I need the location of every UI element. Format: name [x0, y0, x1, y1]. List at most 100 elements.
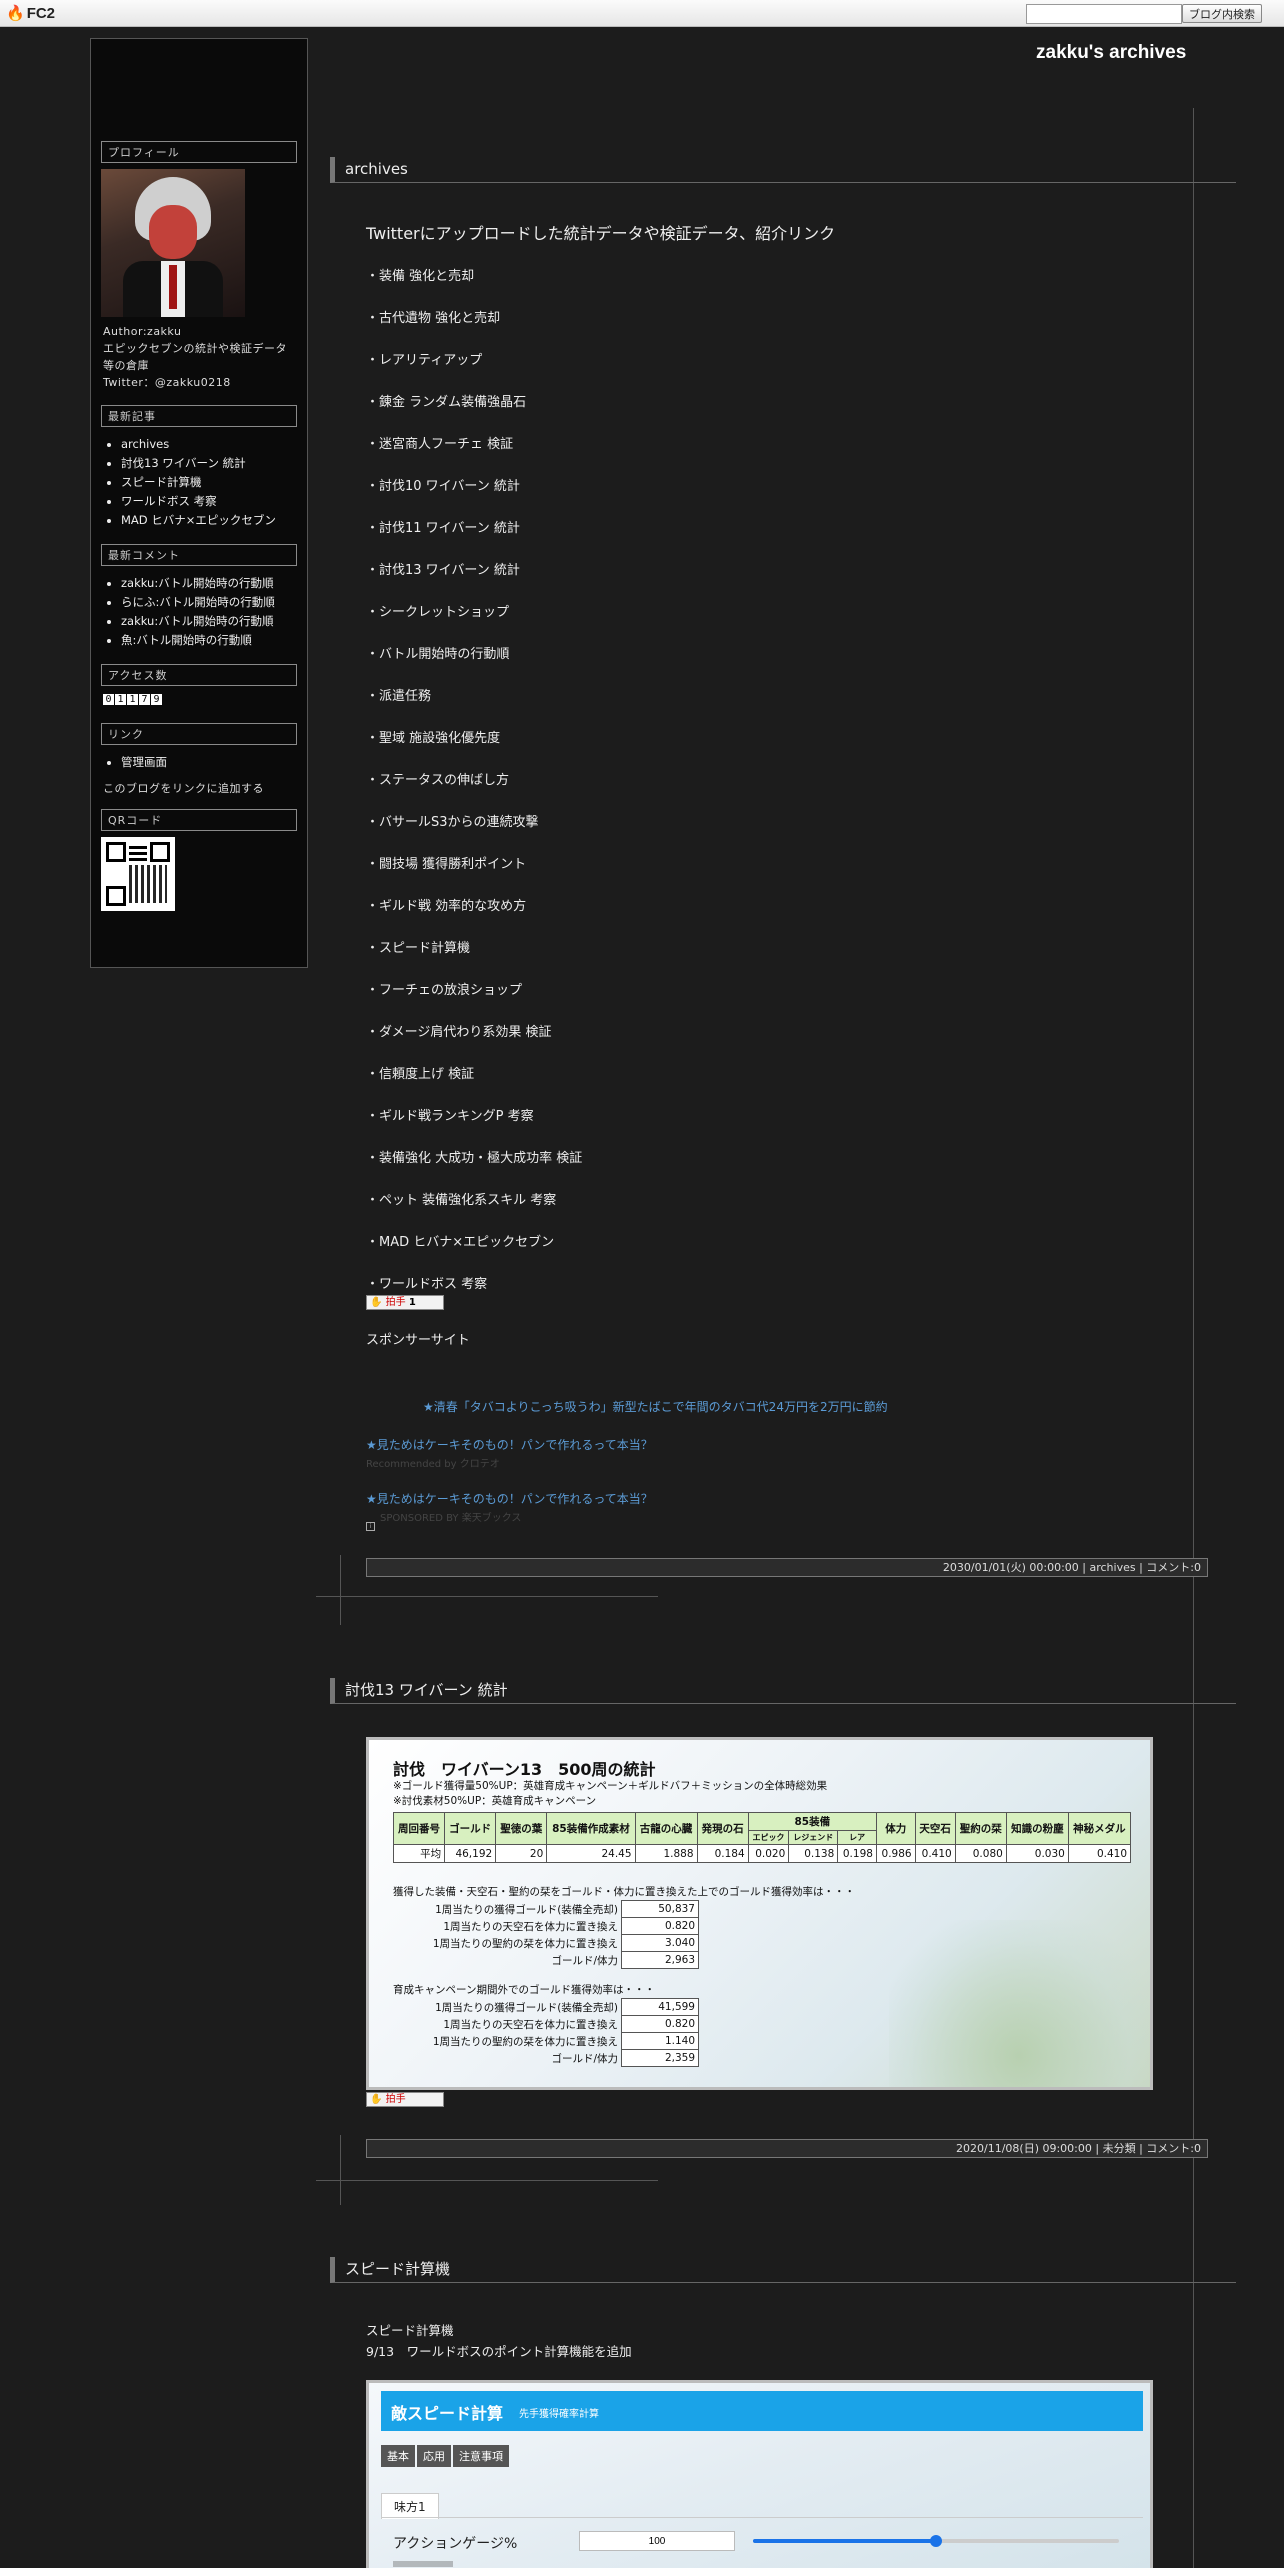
- archive-link[interactable]: ・信頼度上げ 検証: [366, 1068, 582, 1110]
- sponsor-source: Recommended by クロテオ: [366, 1459, 500, 1470]
- recent-comments-list: zakku:バトル開始時の行動順 らにふ:バトル開始時の行動順 zakku:バト…: [91, 574, 307, 650]
- stats-note: ※ゴールド獲得量50%UP：英雄育成キャンペーン＋ギルドバフ＋ミッションの全体時…: [393, 1780, 828, 1792]
- entry-body: 9/13 ワールドボスのポイント計算機能を追加: [366, 2344, 632, 2359]
- recent-post-link[interactable]: MAD ヒバナ×エピックセブン: [121, 511, 307, 530]
- stats-cell: 46,192: [444, 1844, 497, 1863]
- archive-link[interactable]: ・討伐13 ワイバーン 統計: [366, 564, 582, 606]
- efficiency-label: 1周当たりの聖約の栞を体力に置き換え: [432, 1937, 618, 1950]
- archive-link[interactable]: ・討伐10 ワイバーン 統計: [366, 480, 582, 522]
- recent-comment-link[interactable]: zakku:バトル開始時の行動順: [121, 574, 307, 593]
- stats-subheader: レジェンド: [788, 1830, 839, 1845]
- efficiency-label: 1周当たりの天空石を体力に置き換え: [443, 1920, 618, 1933]
- clap-icon: ✋: [370, 1297, 383, 1308]
- fc2-logo[interactable]: 🔥 FC2: [6, 4, 55, 22]
- archive-links-list: ・装備 強化と売却 ・古代遺物 強化と売却 ・レアリティアップ ・錬金 ランダム…: [366, 270, 582, 1320]
- stats-subheader: レア: [837, 1830, 877, 1845]
- avatar-tie: [169, 265, 177, 309]
- stats-cell: 20: [495, 1844, 548, 1863]
- sponsor-source: SPONSORED BY 楽天ブックス: [380, 1513, 522, 1524]
- blog-search-input[interactable]: [1026, 4, 1182, 24]
- flame-icon: 🔥: [6, 5, 25, 22]
- efficiency-label: 1周当たりの天空石を体力に置き換え: [443, 2018, 618, 2031]
- add-blog-link[interactable]: このブログをリンクに追加する: [103, 780, 297, 797]
- archive-link[interactable]: ・MAD ヒバナ×エピックセブン: [366, 1236, 582, 1278]
- archive-link[interactable]: ・ステータスの伸ばし方: [366, 774, 582, 816]
- efficiency-value: 0.820: [621, 1917, 699, 1935]
- archive-link[interactable]: ・装備 強化と売却: [366, 270, 582, 312]
- archive-link[interactable]: ・討伐11 ワイバーン 統計: [366, 522, 582, 564]
- recent-post-link[interactable]: 討伐13 ワイバーン 統計: [121, 454, 307, 473]
- decor-line: [1193, 108, 1194, 2568]
- archive-link[interactable]: ・フーチェの放浪ショップ: [366, 984, 582, 1026]
- archive-link[interactable]: ・バサールS3からの連続攻撃: [366, 816, 582, 858]
- avatar-face: [149, 205, 197, 259]
- calc-tab-notes[interactable]: 注意事項: [453, 2445, 509, 2467]
- archive-link[interactable]: ・ギルド戦ランキングP 考察: [366, 1110, 582, 1152]
- qr-pattern: [129, 843, 147, 861]
- entry-title[interactable]: 討伐13 ワイバーン 統計: [330, 1678, 1236, 1704]
- stats-title: 討伐 ワイバーン13 500周の統計: [393, 1760, 656, 1779]
- decor-line: [340, 2135, 341, 2205]
- speed-calculator-image[interactable]: 敵スピード計算 先手獲得確率計算 基本 応用 注意事項 味方1 アクションゲージ…: [366, 2380, 1153, 2568]
- access-counter: 0 1 1 7 9: [103, 694, 307, 705]
- qr-code-heading: QRコード: [101, 809, 297, 831]
- stats-image[interactable]: 討伐 ワイバーン13 500周の統計 ※ゴールド獲得量50%UP：英雄育成キャン…: [366, 1737, 1153, 2090]
- entry-title[interactable]: archives: [330, 157, 1236, 183]
- entry-title[interactable]: スピード計算機: [330, 2257, 1236, 2283]
- fc2-header-bar: 🔥 FC2 ブログ内検索: [0, 0, 1284, 27]
- ad-info-icon[interactable]: i: [366, 1522, 375, 1531]
- decor-line: [340, 1555, 341, 1625]
- calc-subtitle: 先手獲得確率計算: [519, 2409, 599, 2420]
- entry-subtitle: Twitterにアップロードした統計データや検証データ、紹介リンク: [366, 224, 836, 243]
- recent-post-link[interactable]: archives: [121, 435, 307, 454]
- counter-digit: 1: [127, 694, 138, 705]
- recent-comment-link[interactable]: zakku:バトル開始時の行動順: [121, 612, 307, 631]
- stats-subheader: エピック: [747, 1830, 790, 1845]
- efficiency-value: 2,359: [621, 2049, 699, 2067]
- recent-comment-link[interactable]: らにふ:バトル開始時の行動順: [121, 593, 307, 612]
- decor-line: [316, 2180, 658, 2181]
- archive-link[interactable]: ・スピード計算機: [366, 942, 582, 984]
- recent-post-link[interactable]: スピード計算機: [121, 473, 307, 492]
- archive-link[interactable]: ・闘技場 獲得勝利ポイント: [366, 858, 582, 900]
- efficiency-value: 50,837: [621, 1900, 699, 1918]
- efficiency-value: 3.040: [621, 1934, 699, 1952]
- calc-tab-basic[interactable]: 基本: [381, 2445, 415, 2467]
- gauge-slider-track[interactable]: [753, 2535, 1119, 2547]
- calc-tab-advanced[interactable]: 応用: [417, 2445, 451, 2467]
- sponsor-link[interactable]: ★見ためはケーキそのもの！パンで作れるって本当？: [366, 1490, 653, 1507]
- gauge-slider-thumb[interactable]: [930, 2535, 942, 2547]
- recent-comment-link[interactable]: 魚:バトル開始時の行動順: [121, 631, 307, 650]
- archive-link[interactable]: ・ダメージ肩代わり系効果 検証: [366, 1026, 582, 1068]
- landscape-decoration: [889, 1920, 1149, 2087]
- gauge-input[interactable]: [579, 2531, 735, 2551]
- archive-link[interactable]: ・派遣任務: [366, 690, 582, 732]
- archive-link[interactable]: ・迷宮商人フーチェ 検証: [366, 438, 582, 480]
- archive-link[interactable]: ・装備強化 大成功・極大成功率 検証: [366, 1152, 582, 1194]
- qr-finder: [150, 842, 170, 862]
- archive-link[interactable]: ・レアリティアップ: [366, 354, 582, 396]
- sponsor-link[interactable]: ★見ためはケーキそのもの！パンで作れるって本当？: [366, 1436, 653, 1453]
- archive-link[interactable]: ・錬金 ランダム装備強晶石: [366, 396, 582, 438]
- archive-link[interactable]: ・バトル開始時の行動順: [366, 648, 582, 690]
- clap-button[interactable]: ✋ 拍手: [366, 2092, 444, 2107]
- sponsor-link[interactable]: ★清春「タバコよりこっち吸うわ」新型たばこで年間のタバコ代24万円を2万円に節約: [423, 1398, 888, 1415]
- recent-posts-list: archives 討伐13 ワイバーン 統計 スピード計算機 ワールドボス 考察…: [91, 435, 307, 530]
- blog-search-button[interactable]: ブログ内検索: [1182, 4, 1262, 23]
- calc-ally-tab[interactable]: 味方1: [381, 2493, 439, 2519]
- admin-link[interactable]: 管理画面: [121, 753, 307, 772]
- archive-link[interactable]: ・古代遺物 強化と売却: [366, 312, 582, 354]
- stats-header: 体力: [875, 1812, 916, 1845]
- archive-link[interactable]: ・ギルド戦 効率的な攻め方: [366, 900, 582, 942]
- archive-link[interactable]: ・シークレットショップ: [366, 606, 582, 648]
- speed-label-partial: [393, 2561, 453, 2568]
- gauge-slider-fill: [753, 2539, 936, 2543]
- archive-link[interactable]: ・聖域 施設強化優先度: [366, 732, 582, 774]
- clap-button[interactable]: ✋ 拍手 1: [366, 1295, 444, 1310]
- archive-link[interactable]: ・ペット 装備強化系スキル 考察: [366, 1194, 582, 1236]
- efficiency-label: ゴールド/体力: [551, 1954, 618, 1967]
- recent-post-link[interactable]: ワールドボス 考察: [121, 492, 307, 511]
- stats-section-text: 育成キャンペーン期間外でのゴールド獲得効率は・・・: [393, 1984, 655, 1996]
- efficiency-value: 0.820: [621, 2015, 699, 2033]
- site-title[interactable]: zakku's archives: [1036, 42, 1186, 64]
